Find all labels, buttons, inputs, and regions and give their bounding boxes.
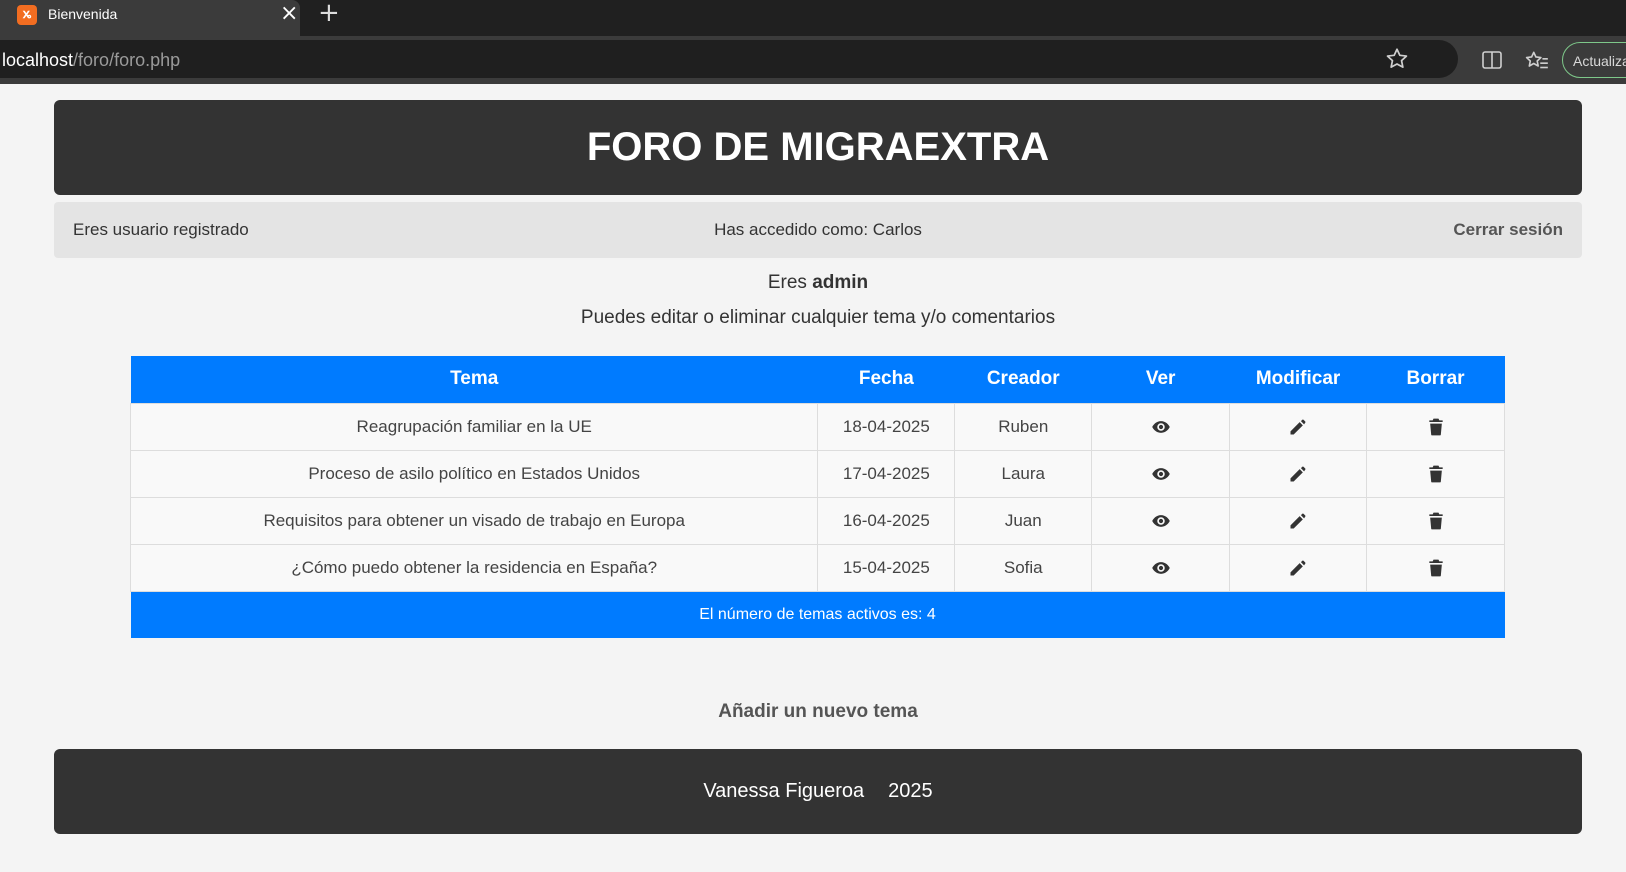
edit-button[interactable] (1229, 543, 1368, 592)
trash-icon[interactable] (1426, 417, 1446, 437)
topic-title-cell: Reagrupación familiar en la UE (129, 402, 819, 451)
header-ver: Ver (1091, 356, 1230, 403)
close-icon[interactable]: × (280, 2, 298, 26)
table-row: Proceso de asilo político en Estados Uni… (129, 449, 1505, 498)
topics-table: Tema Fecha Creador Ver Modificar Borrar … (129, 356, 1505, 638)
user-bar: Eres usuario registrado Has accedido com… (54, 202, 1582, 258)
tab-title: Bienvenida (48, 6, 118, 22)
xampp-favicon-icon: ꭖ (17, 5, 37, 25)
delete-button[interactable] (1366, 496, 1505, 545)
topic-creator-cell: Sofia (954, 543, 1093, 592)
active-topics-count: El número de temas activos es: 4 (130, 591, 1505, 638)
table-footer-row: El número de temas activos es: 4 (130, 591, 1505, 638)
pencil-icon[interactable] (1288, 511, 1308, 531)
view-button[interactable] (1091, 543, 1231, 592)
view-button[interactable] (1091, 402, 1231, 451)
pencil-icon[interactable] (1288, 464, 1308, 484)
topic-date-cell: 18-04-2025 (817, 402, 956, 451)
url-input[interactable]: localhost/foro/foro.php (0, 40, 1458, 78)
logout-link[interactable]: Cerrar sesión (1453, 220, 1563, 240)
topic-date-cell: 15-04-2025 (817, 543, 956, 592)
header-modificar: Modificar (1229, 356, 1367, 403)
edit-button[interactable] (1229, 449, 1368, 498)
delete-button[interactable] (1366, 402, 1505, 451)
table-header-row: Tema Fecha Creador Ver Modificar Borrar (130, 356, 1505, 403)
edit-button[interactable] (1229, 496, 1368, 545)
pencil-icon[interactable] (1288, 558, 1308, 578)
topic-creator-cell: Laura (954, 449, 1093, 498)
topic-creator-cell: Juan (954, 496, 1093, 545)
star-icon[interactable] (1384, 46, 1410, 72)
footer-year: 2025 (888, 780, 933, 802)
address-bar: localhost/foro/foro.php Actualizar (0, 36, 1626, 84)
permissions-text: Puedes editar o eliminar cualquier tema … (580, 307, 1056, 328)
table-row: Requisitos para obtener un visado de tra… (129, 496, 1505, 545)
role-prefix: Eres (767, 272, 807, 293)
header-tema: Tema (130, 356, 818, 403)
table-row: ¿Cómo puedo obtener la residencia en Esp… (129, 543, 1505, 592)
view-button[interactable] (1091, 496, 1231, 545)
topic-date-cell: 17-04-2025 (817, 449, 956, 498)
topic-title-cell: ¿Cómo puedo obtener la residencia en Esp… (129, 543, 819, 592)
header-borrar: Borrar (1366, 356, 1505, 403)
eye-icon[interactable] (1151, 558, 1171, 578)
eye-icon[interactable] (1151, 417, 1171, 437)
header-fecha: Fecha (817, 356, 955, 403)
url-host: localhost (2, 50, 74, 70)
eye-icon[interactable] (1151, 464, 1171, 484)
header-creador: Creador (954, 356, 1092, 403)
add-topic-link[interactable]: Añadir un nuevo tema (0, 701, 1626, 723)
topic-date-cell: 16-04-2025 (817, 496, 956, 545)
delete-button[interactable] (1366, 543, 1505, 592)
split-screen-icon[interactable] (1480, 48, 1504, 72)
update-button[interactable]: Actualizar (1562, 42, 1626, 78)
browser-tab[interactable]: ꭖ Bienvenida × (0, 0, 300, 36)
page-title: FORO DE MIGRAEXTRA (54, 100, 1582, 195)
browser-tab-bar: ꭖ Bienvenida × + (0, 0, 1626, 36)
role-name: admin (812, 272, 869, 293)
delete-button[interactable] (1366, 449, 1505, 498)
trash-icon[interactable] (1426, 511, 1446, 531)
trash-icon[interactable] (1426, 558, 1446, 578)
table-row: Reagrupación familiar en la UE 18-04-2025… (129, 402, 1505, 451)
url-path: /foro/foro.php (73, 50, 181, 70)
trash-icon[interactable] (1426, 464, 1446, 484)
topic-title-cell: Requisitos para obtener un visado de tra… (129, 496, 819, 545)
topic-title-cell: Proceso de asilo político en Estados Uni… (129, 449, 819, 498)
view-button[interactable] (1091, 449, 1231, 498)
eye-icon[interactable] (1151, 511, 1171, 531)
edit-button[interactable] (1229, 402, 1368, 451)
topic-creator-cell: Ruben (954, 402, 1093, 451)
page-footer: Vanessa Figueroa 2025 (54, 749, 1582, 834)
logged-in-as: Has accedido como: Carlos (714, 220, 922, 239)
favorites-icon[interactable] (1524, 48, 1550, 74)
new-tab-icon[interactable]: + (318, 0, 340, 26)
pencil-icon[interactable] (1288, 417, 1308, 437)
role-line: Eres admin (0, 272, 1626, 294)
footer-author: Vanessa Figueroa (703, 780, 865, 802)
